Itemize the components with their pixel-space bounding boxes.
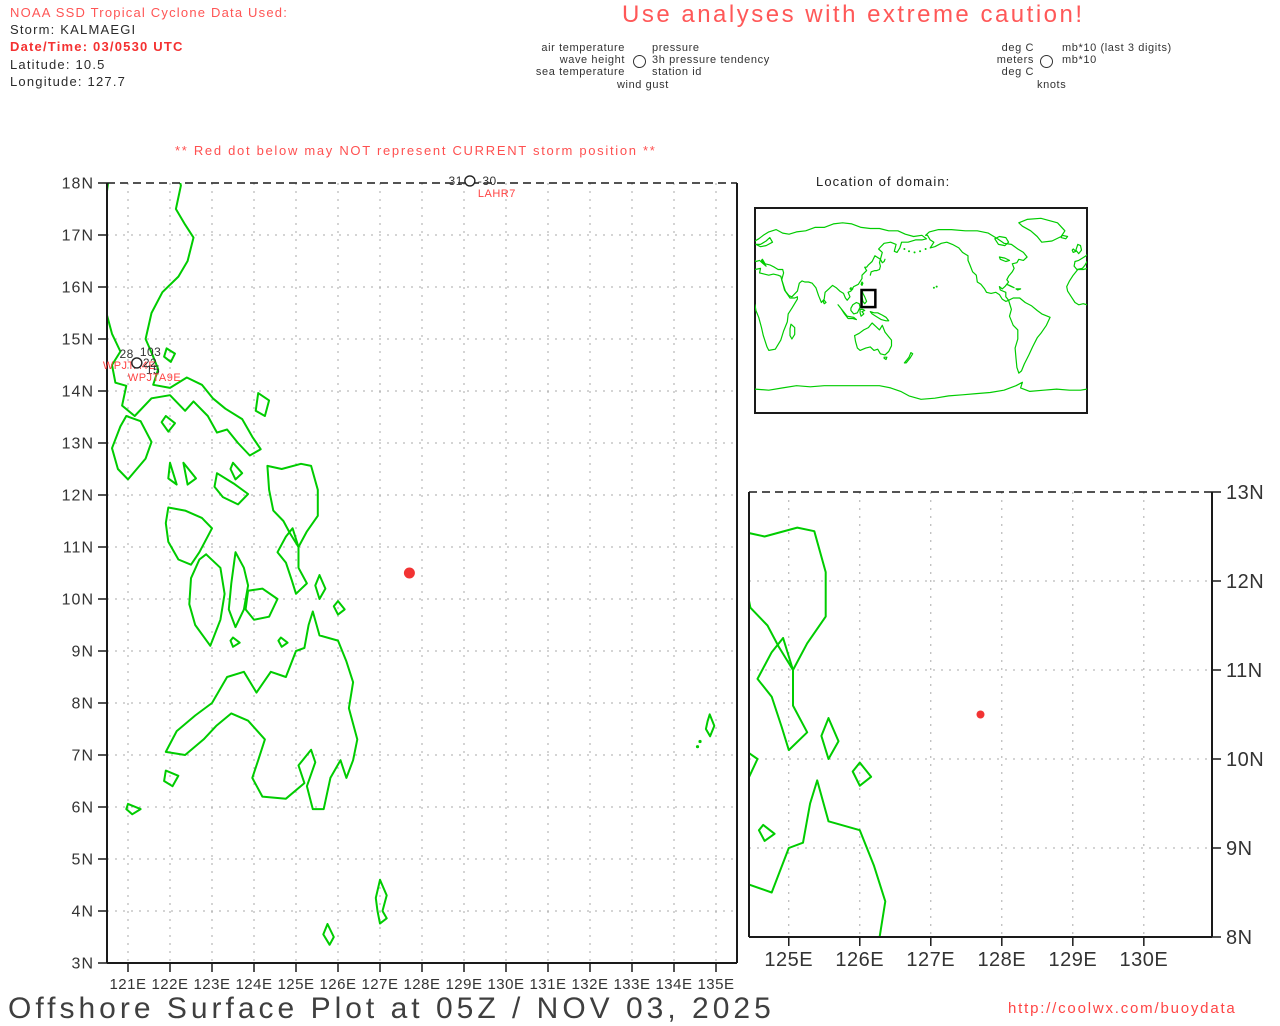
storm-position-dot <box>403 567 415 579</box>
svg-text:5N: 5N <box>72 852 94 869</box>
svg-text:125E: 125E <box>764 949 813 971</box>
source-url-link[interactable]: http://coolwx.com/buoydata <box>1008 1000 1237 1017</box>
svg-text:16N: 16N <box>62 280 94 297</box>
svg-text:11N: 11N <box>63 540 94 557</box>
svg-text:28: 28 <box>119 347 133 361</box>
maps-canvas: 18N 17N 16N 15N 14N 13N 12N 11N 10N 9N 8N 7N 6N 5N 4N 3… <box>62 174 1264 994</box>
svg-text:132E: 132E <box>571 976 608 993</box>
svg-text:126E: 126E <box>319 976 356 993</box>
svg-text:9N: 9N <box>1226 838 1253 860</box>
svg-text:12N: 12N <box>1226 571 1264 593</box>
svg-text:128E: 128E <box>977 949 1026 971</box>
svg-text:130E: 130E <box>487 976 524 993</box>
svg-text:4N: 4N <box>72 904 94 921</box>
svg-text:31: 31 <box>449 174 463 188</box>
svg-text:129E: 129E <box>1048 949 1097 971</box>
svg-text:8N: 8N <box>1226 927 1253 949</box>
svg-text:122E: 122E <box>151 976 188 993</box>
offshore-surface-plot-page: { "header": { "source_label": "NOAA SSD … <box>0 0 1280 1025</box>
svg-text:13N: 13N <box>1226 482 1264 504</box>
main-map-axes: 18N 17N 16N 15N 14N 13N 12N 11N 10N 9N 8N 7N 6N 5N 4N 3… <box>62 176 734 994</box>
svg-text:13N: 13N <box>62 436 94 453</box>
svg-text:126E: 126E <box>835 949 884 971</box>
svg-text:17N: 17N <box>62 228 94 245</box>
svg-text:135E: 135E <box>697 976 734 993</box>
svg-text:133E: 133E <box>613 976 650 993</box>
svg-text:6N: 6N <box>72 800 94 817</box>
svg-text:-30: -30 <box>478 174 497 188</box>
plot-title: Offshore Surface Plot at 05Z / NOV 03, 2… <box>8 992 775 1025</box>
svg-text:125E: 125E <box>277 976 314 993</box>
svg-text:7N: 7N <box>72 748 94 765</box>
svg-text:127E: 127E <box>361 976 398 993</box>
svg-text:127E: 127E <box>906 949 955 971</box>
svg-text:14N: 14N <box>62 384 94 401</box>
zoom-map-axes: 13N 12N 11N 10N 9N 8N 125E 126E 127E 128E 129E 130E <box>764 482 1264 971</box>
svg-text:18N: 18N <box>62 176 94 193</box>
svg-text:10N: 10N <box>62 592 94 609</box>
zoom-map-coastlines <box>749 526 887 937</box>
svg-text:134E: 134E <box>655 976 692 993</box>
svg-text:3N: 3N <box>72 956 94 973</box>
zoom-map: 13N 12N 11N 10N 9N 8N 125E 126E 127E 128E 129E 130E <box>748 482 1264 971</box>
svg-text:12N: 12N <box>62 488 94 505</box>
svg-text:WPJTA9E: WPJTA9E <box>128 372 181 384</box>
svg-text:131E: 131E <box>529 976 566 993</box>
svg-text:LAHR7: LAHR7 <box>478 188 516 200</box>
svg-text:130E: 130E <box>1119 949 1168 971</box>
svg-text:121E: 121E <box>109 976 146 993</box>
main-map: 18N 17N 16N 15N 14N 13N 12N 11N 10N 9N 8N 7N 6N 5N 4N 3… <box>62 174 738 994</box>
svg-text:8N: 8N <box>72 696 94 713</box>
svg-text:11N: 11N <box>1226 660 1263 682</box>
storm-position-dot <box>976 710 985 719</box>
main-map-coastlines <box>107 183 716 946</box>
svg-text:129E: 129E <box>445 976 482 993</box>
svg-text:15N: 15N <box>62 332 94 349</box>
svg-text:9N: 9N <box>72 644 94 661</box>
svg-text:124E: 124E <box>235 976 272 993</box>
svg-text:128E: 128E <box>403 976 440 993</box>
world-inset-map <box>754 207 1088 414</box>
domain-box <box>860 288 877 309</box>
svg-text:10N: 10N <box>1226 749 1264 771</box>
svg-text:123E: 123E <box>193 976 230 993</box>
